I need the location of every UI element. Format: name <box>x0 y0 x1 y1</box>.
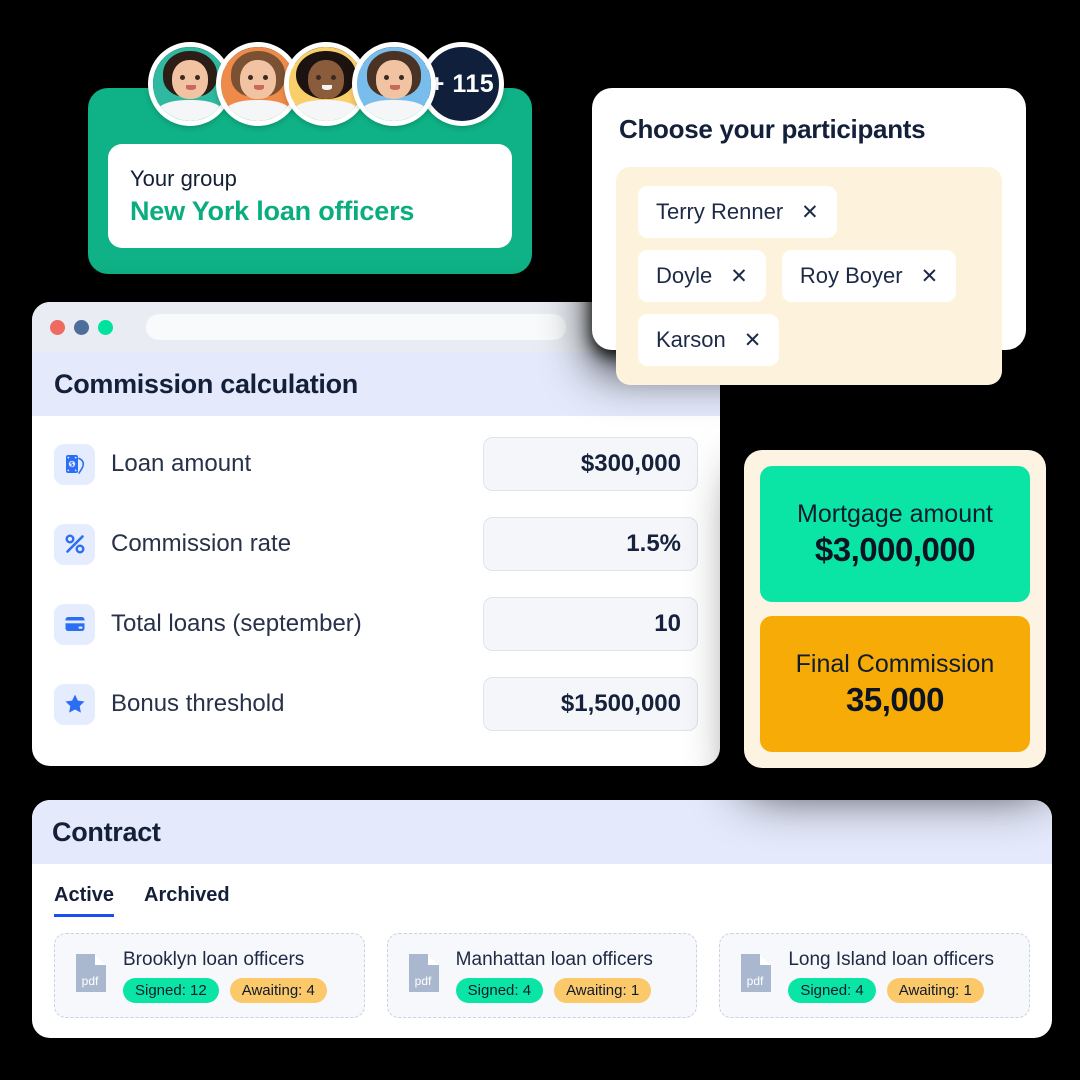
commission-rate-input[interactable]: 1.5% <box>483 517 698 571</box>
group-label: Your group <box>130 165 237 191</box>
row-label: Total loans (september) <box>111 610 362 637</box>
percent-icon <box>54 523 95 565</box>
result-label: Mortgage amount <box>797 499 993 528</box>
contract-panel-header: Contract <box>32 800 1052 864</box>
participant-name: Roy Boyer <box>799 263 903 288</box>
contract-tabs: Active Archived <box>32 864 1052 917</box>
avatar-group[interactable]: + 115 <box>148 42 504 126</box>
contract-title: Contract <box>52 816 161 847</box>
maximize-window-dot[interactable] <box>98 319 113 335</box>
close-icon[interactable]: ✕ <box>801 202 819 223</box>
mortgage-amount-result: Mortgage amount $3,000,000 <box>760 466 1030 602</box>
status-badge-signed: Signed: 4 <box>455 977 544 1003</box>
page-title: Commission calculation <box>54 368 358 399</box>
row-loan-amount: Loan amount $300,000 <box>54 424 698 504</box>
row-commission-rate: Commission rate 1.5% <box>54 504 698 584</box>
participants-title: Choose your participants <box>619 114 926 144</box>
close-window-dot[interactable] <box>50 319 65 335</box>
participant-name: Doyle <box>656 263 713 288</box>
svg-text:pdf: pdf <box>414 974 431 988</box>
pdf-icon: pdf <box>738 951 774 1000</box>
group-name: New York loan officers <box>130 195 415 226</box>
status-badge-awaiting: Awaiting: 1 <box>554 977 652 1003</box>
minimize-window-dot[interactable] <box>74 319 89 335</box>
row-label: Commission rate <box>111 530 292 557</box>
participant-chip[interactable]: Terry Renner ✕ <box>638 186 837 238</box>
doc-body: Long Island loan officers Signed: 4 Awai… <box>788 949 994 1003</box>
commission-rows: Loan amount $300,000 Commission rate 1.5… <box>32 416 720 744</box>
doc-name: Brooklyn loan officers <box>123 948 305 970</box>
close-icon[interactable]: ✕ <box>744 330 762 351</box>
loan-amount-input[interactable]: $300,000 <box>483 437 698 491</box>
pdf-icon: pdf <box>406 951 442 1000</box>
results-card: Mortgage amount $3,000,000 Final Commiss… <box>744 450 1046 768</box>
star-icon <box>54 683 95 725</box>
doc-badges: Signed: 4 Awaiting: 1 <box>455 977 653 1003</box>
pdf-icon: pdf <box>73 951 109 1000</box>
doc-name: Long Island loan officers <box>788 948 994 970</box>
doc-body: Brooklyn loan officers Signed: 12 Awaiti… <box>123 949 327 1003</box>
bonus-threshold-input[interactable]: $1,500,000 <box>483 677 698 731</box>
list-item[interactable]: pdf Long Island loan officers Signed: 4 … <box>719 933 1031 1018</box>
url-input[interactable] <box>146 314 566 340</box>
banknote-icon <box>54 443 95 485</box>
svg-text:pdf: pdf <box>747 974 764 988</box>
status-badge-signed: Signed: 4 <box>788 977 876 1003</box>
choose-participants-card: Choose your participants Terry Renner ✕ … <box>592 88 1026 385</box>
list-item[interactable]: pdf Brooklyn loan officers Signed: 12 Aw… <box>54 933 365 1018</box>
list-item[interactable]: pdf Manhattan loan officers Signed: 4 Aw… <box>386 933 698 1018</box>
group-info-box: Your group New York loan officers <box>108 144 512 248</box>
close-icon[interactable]: ✕ <box>730 266 748 287</box>
result-label: Final Commission <box>795 649 995 678</box>
participant-chip[interactable]: Karson ✕ <box>638 314 780 366</box>
screenshot-stage: Your group New York loan officers + 115 … <box>0 0 1080 1080</box>
row-label: Loan amount <box>111 450 252 477</box>
result-value: $3,000,000 <box>814 530 976 568</box>
tab-active[interactable]: Active <box>54 884 115 917</box>
tab-archived[interactable]: Archived <box>144 884 230 917</box>
doc-body: Manhattan loan officers Signed: 4 Awaiti… <box>455 948 653 1003</box>
status-badge-awaiting: Awaiting: 1 <box>886 977 984 1003</box>
row-bonus-threshold: Bonus threshold $1,500,000 <box>54 664 698 744</box>
doc-badges: Signed: 4 Awaiting: 1 <box>788 977 994 1003</box>
svg-text:pdf: pdf <box>82 974 99 988</box>
final-commission-result: Final Commission 35,000 <box>760 616 1030 752</box>
row-total-loans: Total loans (september) 10 <box>54 584 698 664</box>
doc-name: Manhattan loan officers <box>455 948 653 970</box>
participant-chip[interactable]: Roy Boyer ✕ <box>781 250 957 302</box>
row-label: Bonus threshold <box>111 690 285 717</box>
participant-name: Terry Renner <box>656 199 784 224</box>
avatar-4[interactable] <box>352 42 436 126</box>
participant-chip-container: Terry Renner ✕ Doyle ✕ Roy Boyer ✕ Karso… <box>616 167 1002 385</box>
status-badge-signed: Signed: 12 <box>123 977 219 1003</box>
total-loans-input[interactable]: 10 <box>483 597 698 651</box>
credit-card-icon <box>54 603 95 645</box>
participant-name: Karson <box>656 327 726 352</box>
status-badge-awaiting: Awaiting: 4 <box>229 977 327 1003</box>
participant-chip[interactable]: Doyle ✕ <box>638 250 766 302</box>
close-icon[interactable]: ✕ <box>921 266 939 287</box>
result-value: 35,000 <box>846 680 944 718</box>
doc-badges: Signed: 12 Awaiting: 4 <box>123 977 327 1003</box>
contract-document-list: pdf Brooklyn loan officers Signed: 12 Aw… <box>32 917 1052 1018</box>
contract-panel: Contract Active Archived pdf Brooklyn lo… <box>32 800 1052 1038</box>
